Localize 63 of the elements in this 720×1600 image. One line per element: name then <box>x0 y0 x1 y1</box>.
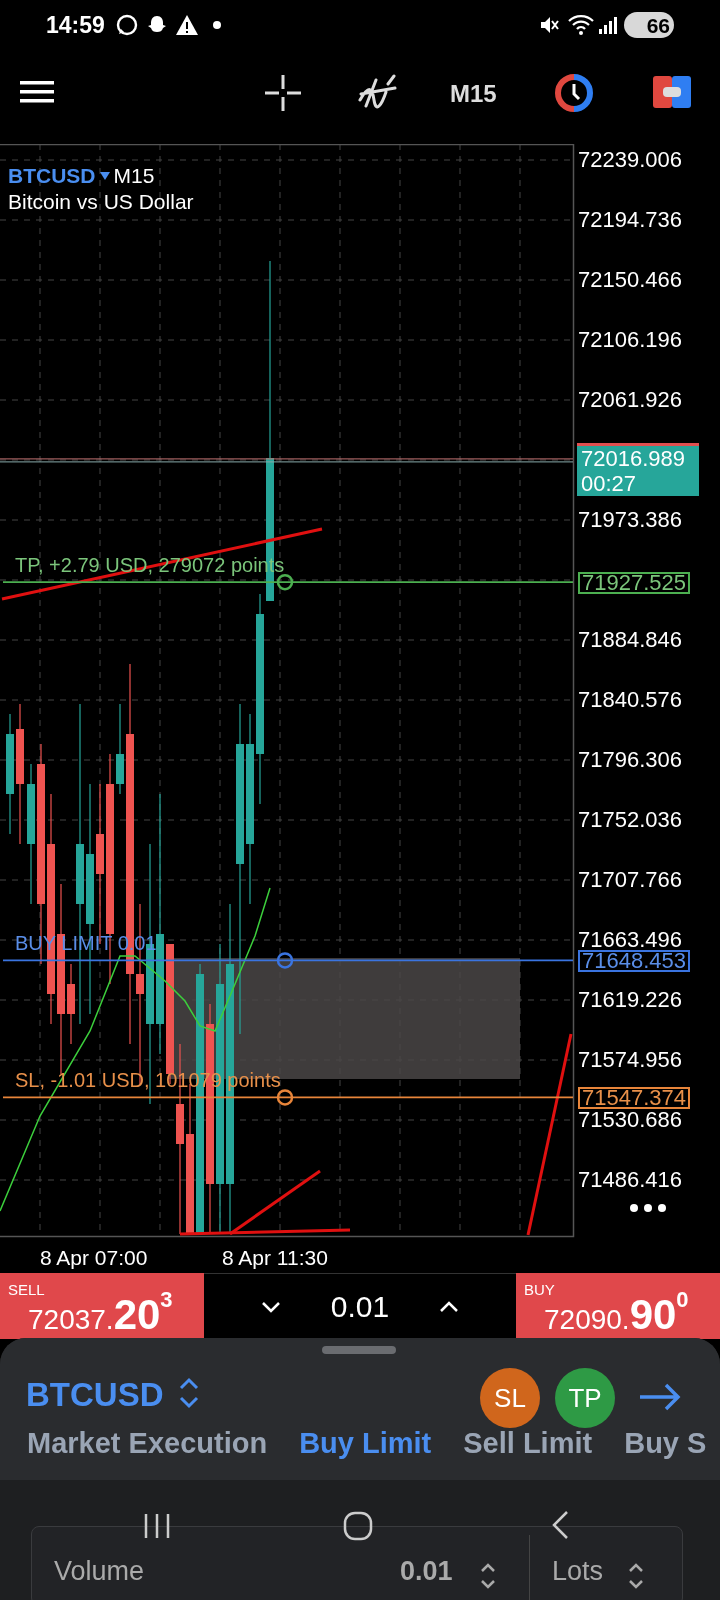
symbol-selector[interactable]: BTCUSD <box>26 1370 164 1420</box>
status-time: 14:59 <box>46 10 105 40</box>
arrow-right-icon[interactable] <box>638 1382 682 1412</box>
order-line[interactable] <box>2 959 574 962</box>
price-axis-label: 71796.306 <box>578 750 682 770</box>
drag-handle[interactable] <box>322 1346 396 1354</box>
order-type-tab[interactable]: Buy S <box>624 1422 707 1466</box>
instrument-description: Bitcoin vs US Dollar <box>8 189 194 215</box>
take-profit-button[interactable]: TP <box>555 1368 615 1428</box>
decrease-icon[interactable] <box>260 1300 281 1313</box>
chat-icon <box>114 13 139 37</box>
back-icon[interactable] <box>550 1510 570 1540</box>
time-axis-label: 8 Apr 11:30 <box>222 1245 328 1271</box>
stop-loss-button[interactable]: SL <box>480 1368 540 1428</box>
crosshair-icon[interactable] <box>264 74 302 112</box>
timeframe-button[interactable]: M15 <box>450 76 497 112</box>
price-axis-label: 72239.006 <box>578 150 682 170</box>
price-axis-label: 72150.466 <box>578 270 682 290</box>
price-axis-label: 71663.496 <box>578 930 682 950</box>
symbol-label[interactable]: BTCUSD <box>8 160 96 192</box>
order-line[interactable] <box>2 1096 574 1099</box>
order-type-tab[interactable]: Buy Limit <box>299 1422 432 1466</box>
order-line[interactable] <box>2 581 574 584</box>
price-axis-label: 71840.576 <box>578 690 682 710</box>
order-price-tag: 71927.525 <box>578 572 690 595</box>
price-axis-label: 71530.686 <box>578 1110 682 1130</box>
price-axis-label: 71619.226 <box>578 990 682 1010</box>
order-price-tag: 71648.453 <box>578 950 690 973</box>
warning-icon <box>174 14 199 36</box>
updown-icon[interactable] <box>178 1376 200 1410</box>
stepper-icon[interactable] <box>628 1563 644 1589</box>
unit-selector[interactable]: Lots <box>552 1551 604 1592</box>
home-icon[interactable] <box>343 1511 373 1541</box>
stepper-icon[interactable] <box>480 1563 496 1589</box>
recent-apps-icon[interactable] <box>143 1512 171 1540</box>
price-axis-label: 72061.926 <box>578 390 682 410</box>
drag-handle-icon[interactable] <box>276 952 294 969</box>
dot-icon <box>212 21 221 29</box>
price-axis-label: 71752.036 <box>578 810 682 830</box>
price-axis-label: 71707.766 <box>578 870 682 890</box>
timeframe-label: M15 <box>113 163 155 189</box>
trade-icon[interactable] <box>653 76 691 108</box>
price-axis-label: 71884.846 <box>578 630 682 650</box>
battery-indicator: 66 <box>624 12 674 38</box>
price-axis-label: 72106.196 <box>578 330 682 350</box>
price-axis-label: 71574.956 <box>578 1050 682 1070</box>
more-icon[interactable] <box>630 1204 666 1212</box>
order-price-tag: 71547.374 <box>578 1087 690 1110</box>
price-axis-label: 72194.736 <box>578 210 682 230</box>
price-axis-label: 71973.386 <box>578 510 682 530</box>
volume-value[interactable]: 0.01 <box>330 1284 390 1329</box>
wifi-icon <box>568 14 594 36</box>
increase-icon[interactable] <box>439 1300 460 1313</box>
current-price-tag: 72016.989 00:27 <box>577 442 699 496</box>
clock-icon[interactable] <box>555 74 593 112</box>
dropdown-icon[interactable] <box>99 171 110 180</box>
drag-handle-icon[interactable] <box>276 1089 294 1106</box>
volume-field[interactable]: Volume 0.01 Lots <box>31 1526 683 1600</box>
price-axis-label: 71486.416 <box>578 1170 682 1190</box>
menu-icon[interactable] <box>20 80 54 104</box>
time-axis-label: 8 Apr 07:00 <box>40 1245 148 1271</box>
signal-icon <box>598 15 618 35</box>
order-type-tab[interactable]: Market Execution <box>27 1422 268 1466</box>
